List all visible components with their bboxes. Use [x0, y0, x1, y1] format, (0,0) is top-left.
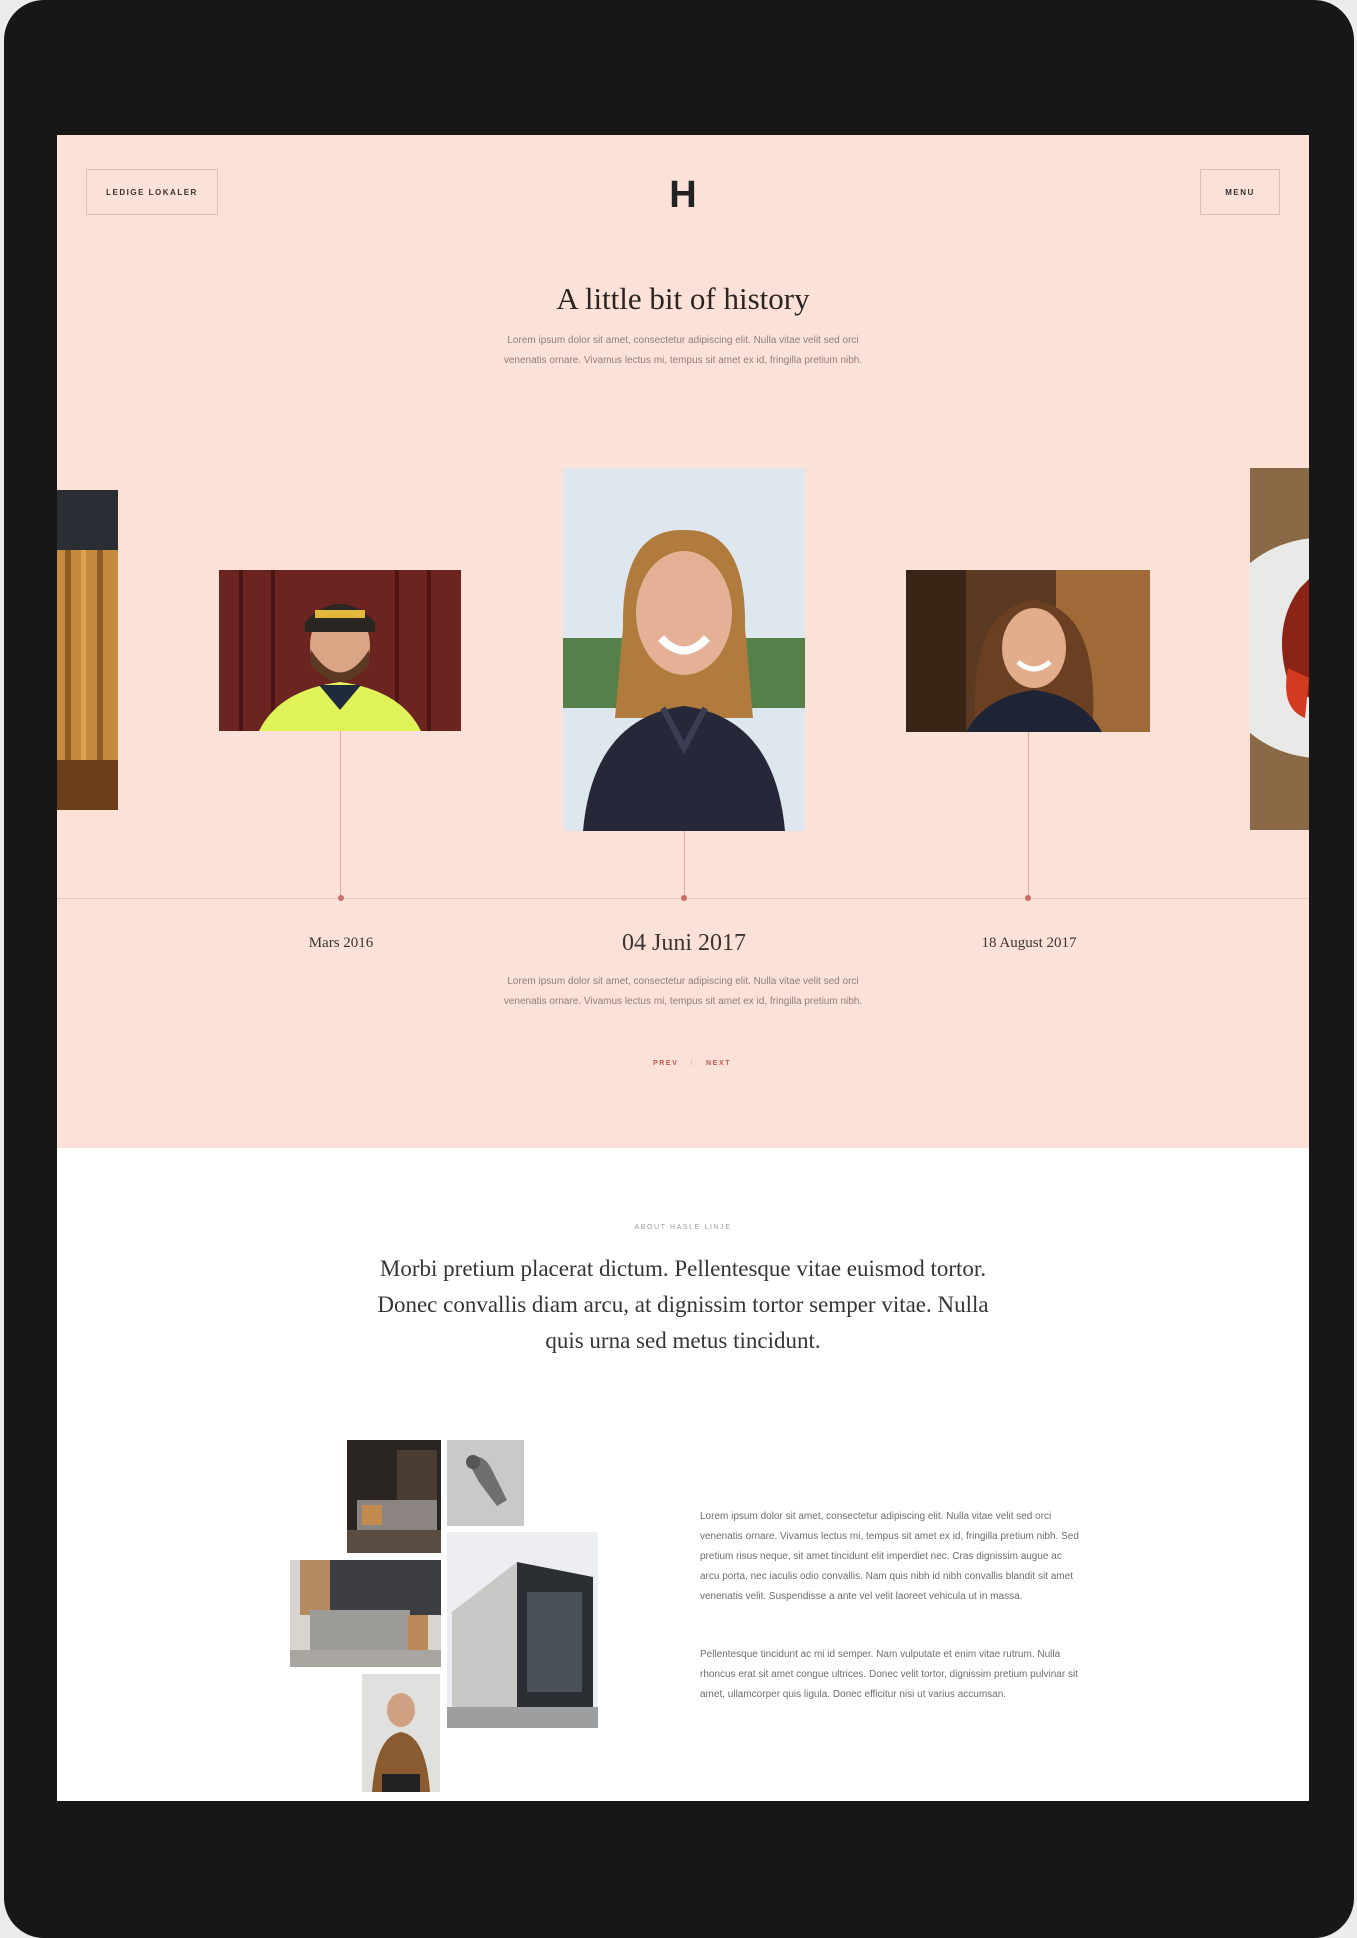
about-paragraph-1: Lorem ipsum dolor sit amet, consectetur … — [700, 1511, 1079, 1602]
menu-button[interactable]: MENU — [1200, 169, 1280, 215]
prev-link[interactable]: PREV — [653, 1060, 678, 1067]
timeline-connector — [684, 831, 685, 897]
timeline-description: Lorem ipsum dolor sit amet, consectetur … — [503, 976, 863, 1007]
timeline-photo-prev-edge[interactable] — [57, 490, 118, 810]
timeline-connector — [340, 731, 341, 897]
timeline-connector — [1028, 732, 1029, 897]
next-link[interactable]: NEXT — [706, 1060, 731, 1067]
collage-photo-building[interactable] — [447, 1532, 598, 1728]
about-paragraph-2: Pellentesque tincidunt ac mi id semper. … — [700, 1649, 1078, 1700]
man-portrait-photo — [362, 1674, 440, 1792]
timeline-photo-mars-2016[interactable] — [219, 570, 461, 731]
sculpture-photo — [447, 1440, 524, 1526]
timeline-date-active[interactable]: 04 Juni 2017 — [577, 930, 791, 957]
collage-photo-lounge[interactable] — [347, 1440, 441, 1553]
wood-interior-photo — [57, 490, 118, 810]
collage-photo-sculpture[interactable] — [447, 1440, 524, 1526]
hero-intro: Lorem ipsum dolor sit amet, consectetur … — [503, 335, 863, 366]
timeline-nav: PREV / NEXT — [647, 1060, 729, 1067]
timeline-photo-04-juni-2017[interactable] — [563, 468, 805, 831]
woman-portrait-photo — [563, 468, 805, 831]
timeline-dot[interactable] — [338, 895, 344, 901]
worker-portrait-photo — [219, 570, 461, 731]
collage-photo-person[interactable] — [362, 1674, 440, 1792]
food-plate-photo — [1250, 468, 1309, 830]
about-lead: Morbi pretium placerat dictum. Pellentes… — [377, 1256, 989, 1353]
timeline-photo-18-august-2017[interactable] — [906, 570, 1150, 732]
timeline-date[interactable]: 18 August 2017 — [937, 935, 1121, 952]
screen: LEDIGE LOKALER H MENU A little bit of hi… — [57, 135, 1309, 1801]
timeline-dot-active[interactable] — [681, 895, 687, 901]
girl-portrait-photo — [906, 570, 1150, 732]
ledige-lokaler-button[interactable]: LEDIGE LOKALER — [86, 169, 218, 215]
collage-photo-reception[interactable] — [290, 1560, 441, 1667]
reception-desk-photo — [290, 1560, 441, 1667]
page-title: A little bit of history — [556, 281, 810, 316]
timeline-date[interactable]: Mars 2016 — [257, 935, 425, 952]
timeline-dot[interactable] — [1025, 895, 1031, 901]
about-eyebrow: ABOUT HASLE LINJE — [634, 1224, 732, 1231]
modern-building-photo — [447, 1532, 598, 1728]
timeline-photo-next-edge[interactable] — [1250, 468, 1309, 830]
logo[interactable]: H — [663, 173, 703, 217]
tablet-frame: LEDIGE LOKALER H MENU A little bit of hi… — [4, 0, 1354, 1938]
lounge-interior-photo — [347, 1440, 441, 1553]
history-hero: LEDIGE LOKALER H MENU A little bit of hi… — [57, 135, 1309, 1148]
nav-separator: / — [690, 1060, 695, 1067]
